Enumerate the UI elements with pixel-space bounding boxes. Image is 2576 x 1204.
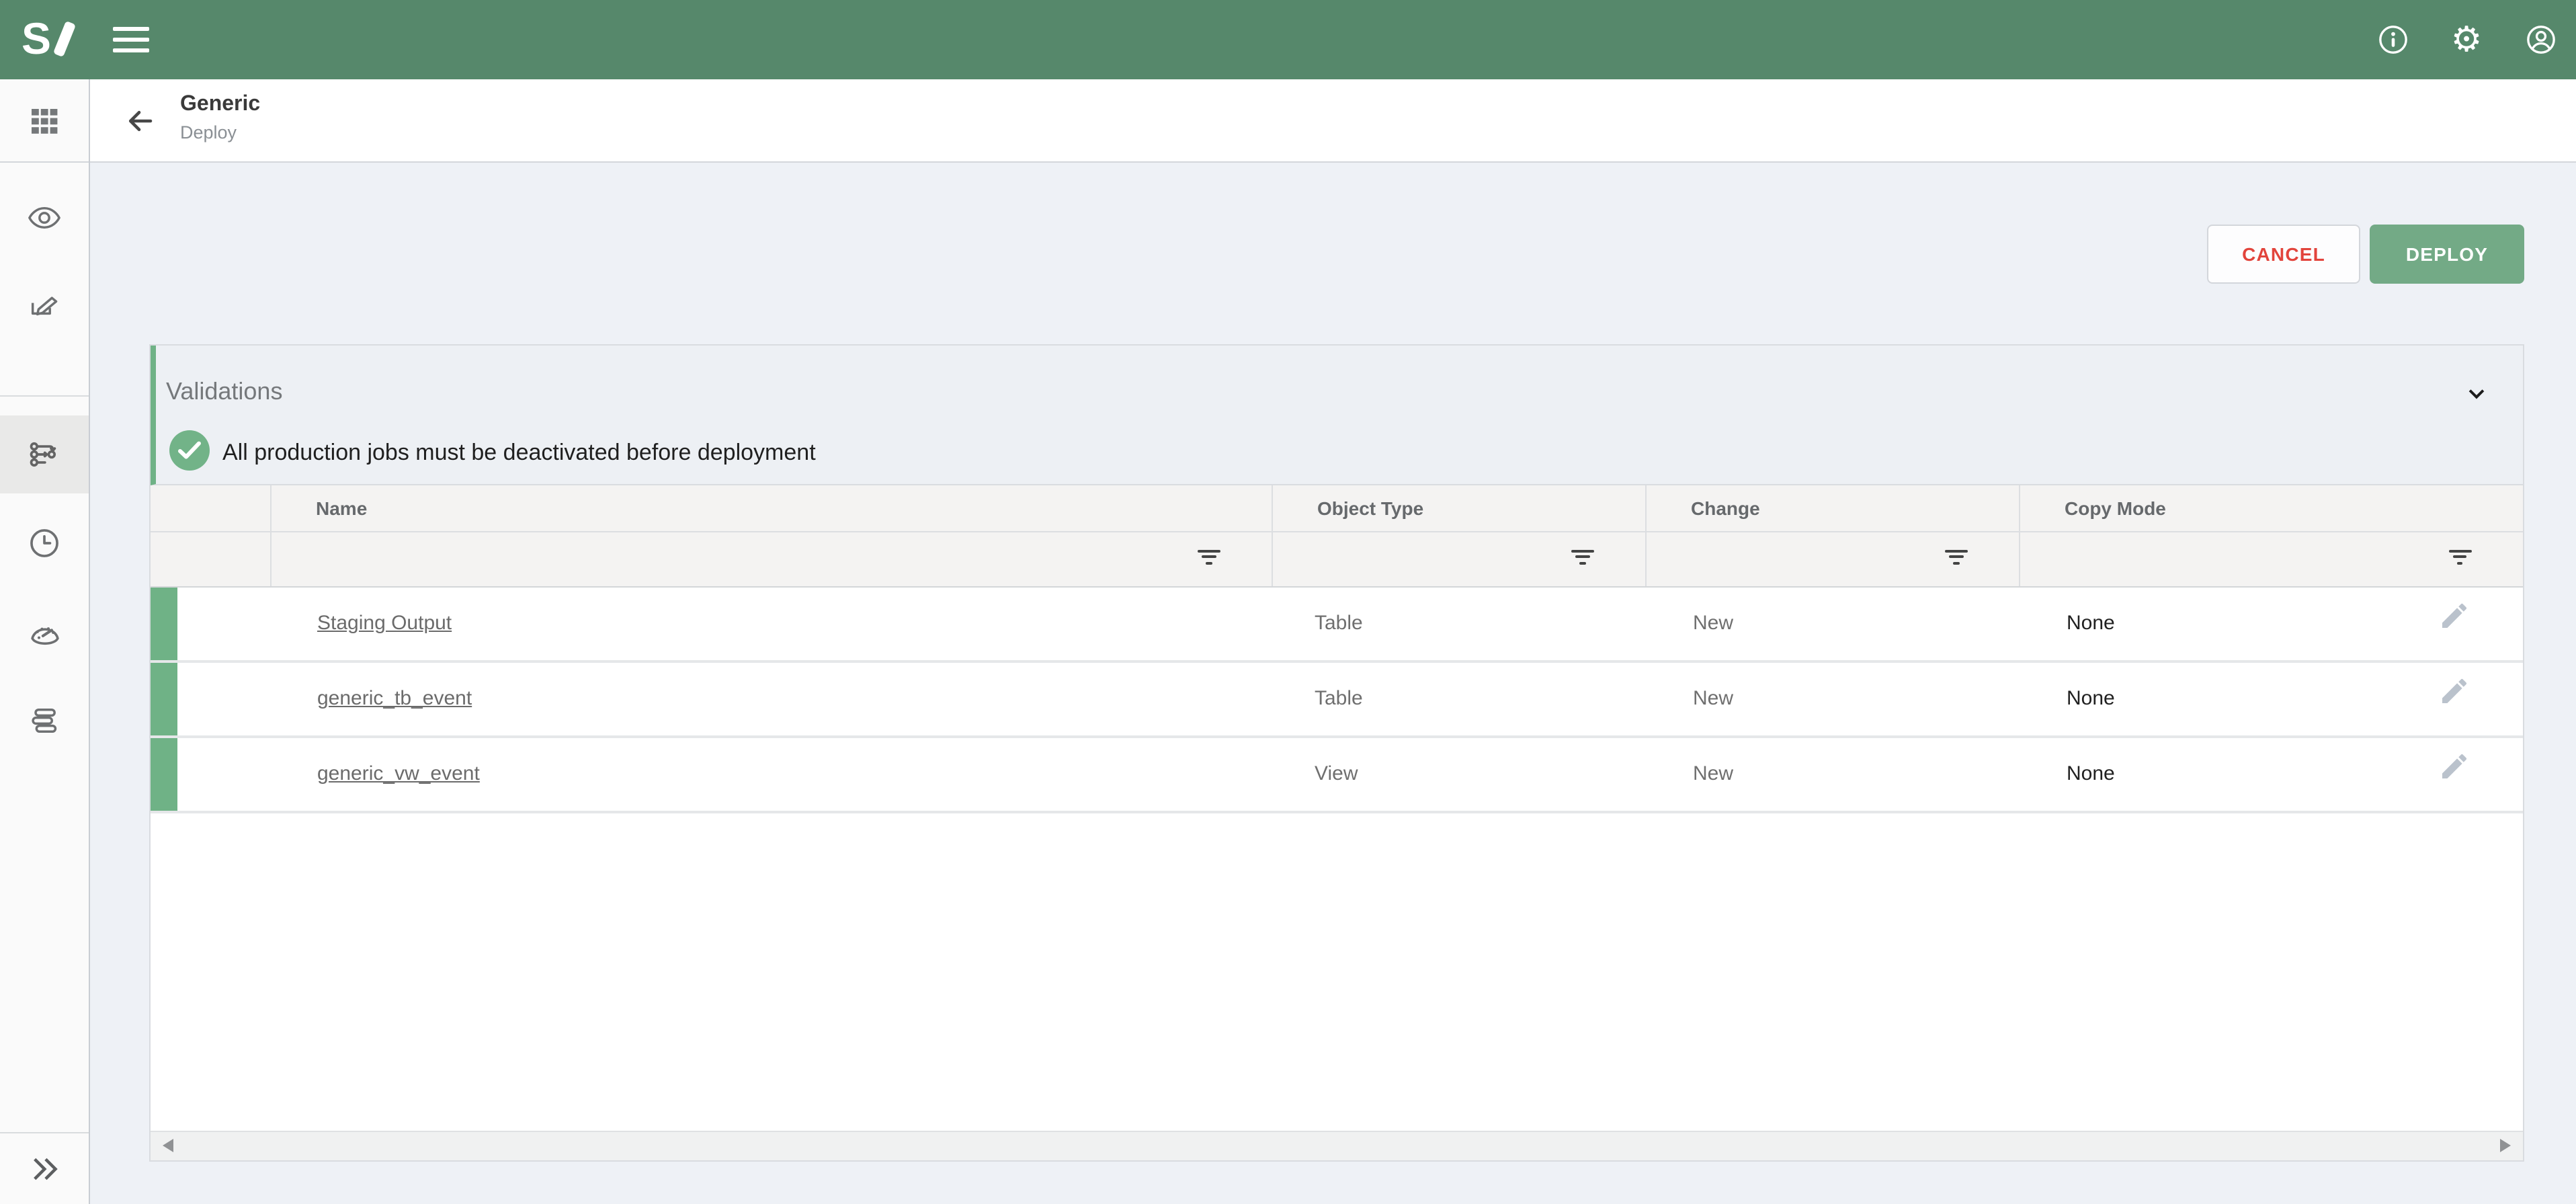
topbar-actions: ⚙ bbox=[2376, 0, 2557, 79]
chevron-down-icon[interactable] bbox=[2464, 381, 2487, 404]
filter-cell-change[interactable] bbox=[1647, 532, 2020, 586]
brand-logo-letter: S bbox=[22, 17, 50, 61]
column-label: Change bbox=[1647, 497, 1760, 518]
table-row[interactable]: generic_vw_event View New None bbox=[150, 737, 2522, 813]
apps-grid-icon bbox=[28, 105, 60, 137]
sidebar-item-history[interactable] bbox=[0, 510, 89, 577]
edit-pencil-icon[interactable] bbox=[2438, 674, 2470, 707]
sidebar-divider bbox=[0, 161, 89, 163]
header-cell-copy-mode[interactable]: Copy Mode bbox=[2020, 485, 2522, 530]
table-row[interactable]: Staging Output Table New None bbox=[150, 587, 2522, 662]
filter-icon[interactable] bbox=[1571, 549, 1594, 565]
filter-cell-object-type[interactable] bbox=[1273, 532, 1647, 586]
table-filter-row bbox=[150, 532, 2522, 587]
history-clock-icon bbox=[27, 526, 62, 561]
sidebar-item-view[interactable] bbox=[0, 184, 89, 251]
horizontal-scrollbar[interactable] bbox=[150, 1130, 2522, 1160]
copy-mode-value: None bbox=[2067, 737, 2115, 810]
sidebar-item-monitor[interactable] bbox=[0, 598, 89, 666]
header-cell-object-type[interactable]: Object Type bbox=[1273, 485, 1647, 530]
sidebar-expand-button[interactable] bbox=[0, 1135, 89, 1202]
menu-icon[interactable] bbox=[113, 27, 149, 52]
data-stack-icon bbox=[27, 703, 62, 738]
validations-title: Validations bbox=[166, 377, 282, 405]
table-row[interactable]: generic_tb_event Table New None bbox=[150, 662, 2522, 737]
edit-compose-icon bbox=[27, 289, 62, 324]
deploy-button[interactable]: DEPLOY bbox=[2370, 225, 2524, 284]
deploy-card: Validations All production jobs must be … bbox=[149, 344, 2524, 1161]
filter-icon[interactable] bbox=[1198, 549, 1220, 565]
filter-cell-indicator bbox=[150, 532, 272, 586]
table-header-row: Name Object Type Change Copy Mode bbox=[150, 485, 2522, 532]
sidebar-item-edit[interactable] bbox=[0, 273, 89, 340]
object-name-link[interactable]: generic_vw_event bbox=[317, 762, 480, 785]
filter-cell-name[interactable] bbox=[272, 532, 1273, 586]
object-name-link[interactable]: Staging Output bbox=[317, 612, 452, 635]
filter-icon[interactable] bbox=[2448, 549, 2471, 565]
copy-mode-value: None bbox=[2067, 662, 2115, 735]
header-cell-name[interactable]: Name bbox=[272, 485, 1273, 530]
settings-gear-icon[interactable]: ⚙ bbox=[2450, 23, 2483, 56]
filter-cell-copy-mode[interactable] bbox=[2020, 532, 2522, 586]
header-cell-change[interactable]: Change bbox=[1647, 485, 2020, 530]
edit-pencil-icon[interactable] bbox=[2438, 599, 2470, 631]
page-header: Generic Deploy bbox=[90, 79, 2576, 163]
row-status-indicator bbox=[151, 587, 177, 659]
expand-double-chevron-icon bbox=[26, 1150, 63, 1187]
validations-panel[interactable]: Validations All production jobs must be … bbox=[150, 345, 2522, 485]
cancel-button[interactable]: CANCEL bbox=[2207, 225, 2360, 284]
object-name-link[interactable]: generic_tb_event bbox=[317, 687, 472, 710]
pipeline-flow-icon bbox=[27, 437, 62, 472]
page-subtitle: Deploy bbox=[180, 121, 260, 145]
object-type-value: Table bbox=[1315, 587, 1363, 659]
filter-icon[interactable] bbox=[1945, 549, 1968, 565]
gauge-dashboard-icon bbox=[26, 614, 63, 650]
column-label: Name bbox=[272, 497, 367, 518]
account-icon[interactable] bbox=[2524, 23, 2557, 56]
change-value: New bbox=[1693, 587, 1733, 659]
change-value: New bbox=[1693, 662, 1733, 735]
object-type-value: View bbox=[1315, 737, 1358, 810]
page-title: Generic bbox=[180, 91, 260, 118]
top-app-bar: S ⚙ bbox=[0, 0, 2576, 79]
edit-pencil-icon[interactable] bbox=[2438, 750, 2470, 782]
deploy-page: S ⚙ bbox=[0, 0, 2576, 1204]
column-label: Object Type bbox=[1273, 497, 1423, 518]
row-status-indicator bbox=[151, 737, 177, 810]
sidebar-divider bbox=[0, 395, 89, 396]
object-type-value: Table bbox=[1315, 662, 1363, 735]
brand-logo[interactable]: S bbox=[22, 17, 70, 61]
row-status-indicator bbox=[151, 662, 177, 735]
brand-logo-slash bbox=[53, 21, 76, 57]
scroll-right-arrow[interactable] bbox=[2499, 1138, 2510, 1152]
view-eye-icon bbox=[27, 200, 62, 235]
sidebar-item-data[interactable] bbox=[0, 687, 89, 754]
validation-message: All production jobs must be deactivated … bbox=[222, 439, 816, 466]
left-sidebar bbox=[0, 79, 90, 1204]
back-arrow-icon[interactable] bbox=[124, 105, 156, 137]
sidebar-item-pipeline-active[interactable] bbox=[0, 415, 89, 493]
validation-passed-icon bbox=[169, 430, 209, 470]
page-title-block: Generic Deploy bbox=[180, 91, 260, 145]
sidebar-item-apps[interactable] bbox=[0, 87, 89, 155]
column-label: Copy Mode bbox=[2020, 497, 2166, 518]
scroll-left-arrow[interactable] bbox=[162, 1138, 173, 1152]
change-value: New bbox=[1693, 737, 1733, 810]
copy-mode-value: None bbox=[2067, 587, 2115, 659]
header-cell-indicator bbox=[150, 485, 272, 530]
sidebar-divider bbox=[0, 1132, 89, 1133]
info-icon[interactable] bbox=[2376, 23, 2409, 56]
